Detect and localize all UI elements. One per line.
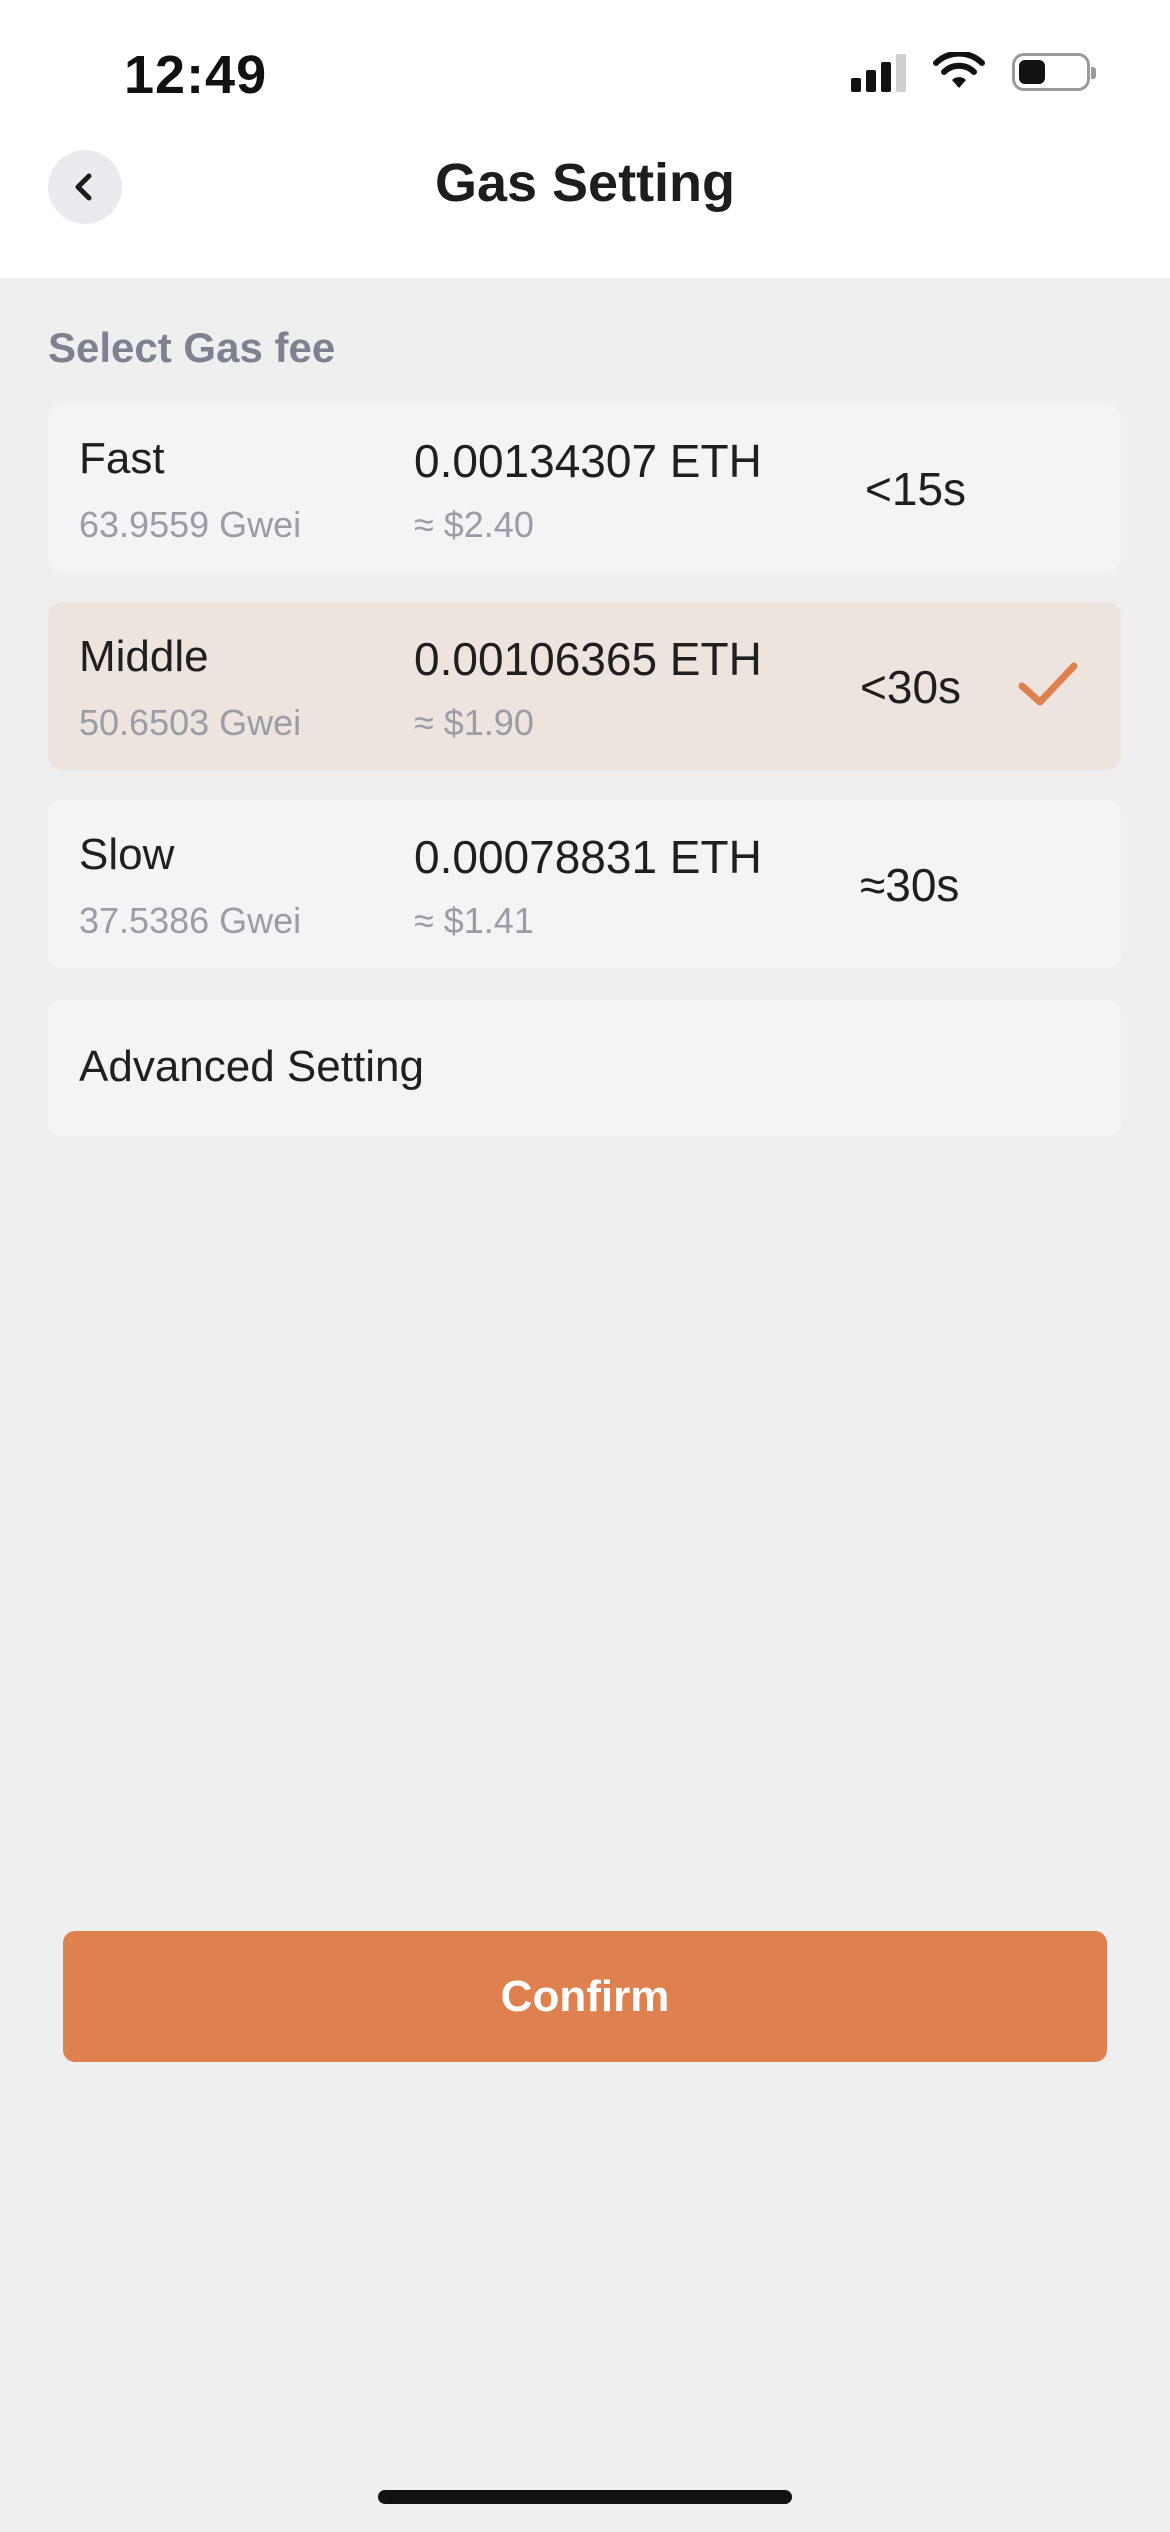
status-time: 12:49	[124, 45, 268, 105]
gas-option-middle[interactable]: Middle 50.6503 Gwei 0.00106365 ETH ≈ $1.…	[48, 602, 1121, 770]
option-eth: 0.00078831 ETH	[414, 831, 762, 883]
option-gwei: 63.9559 Gwei	[79, 504, 302, 545]
home-indicator	[378, 2490, 792, 2504]
battery-icon	[1012, 53, 1096, 91]
option-time: ≈30s	[860, 859, 960, 911]
option-name: Middle	[79, 632, 209, 681]
option-time: <30s	[860, 661, 962, 713]
option-name: Slow	[79, 830, 175, 879]
option-name: Fast	[79, 434, 165, 483]
top-bar: 12:49 Gas Setting	[0, 0, 1170, 278]
gas-setting-screen: 12:49 Gas Setting Select Gas fee Fast 63…	[0, 0, 1170, 2532]
option-usd: ≈ $1.90	[414, 702, 534, 743]
advanced-setting-row[interactable]: Advanced Setting	[48, 1000, 1121, 1136]
advanced-setting-label: Advanced Setting	[79, 1042, 424, 1091]
option-time: <15s	[865, 463, 967, 515]
checkmark-icon	[1018, 662, 1078, 706]
page-title: Gas Setting	[434, 153, 736, 213]
option-eth: 0.00106365 ETH	[414, 633, 762, 685]
option-usd: ≈ $1.41	[414, 900, 534, 941]
option-eth: 0.00134307 ETH	[414, 435, 762, 487]
section-title: Select Gas fee	[48, 324, 336, 371]
option-gwei: 37.5386 Gwei	[79, 900, 302, 941]
gas-option-slow[interactable]: Slow 37.5386 Gwei 0.00078831 ETH ≈ $1.41…	[48, 800, 1121, 968]
option-gwei: 50.6503 Gwei	[79, 702, 302, 743]
option-usd: ≈ $2.40	[414, 504, 534, 545]
gas-option-fast[interactable]: Fast 63.9559 Gwei 0.00134307 ETH ≈ $2.40…	[48, 404, 1121, 572]
signal-icon	[851, 52, 906, 92]
wifi-icon	[933, 52, 985, 88]
confirm-button[interactable]: Confirm	[63, 1931, 1107, 2062]
status-icons	[851, 52, 1096, 92]
